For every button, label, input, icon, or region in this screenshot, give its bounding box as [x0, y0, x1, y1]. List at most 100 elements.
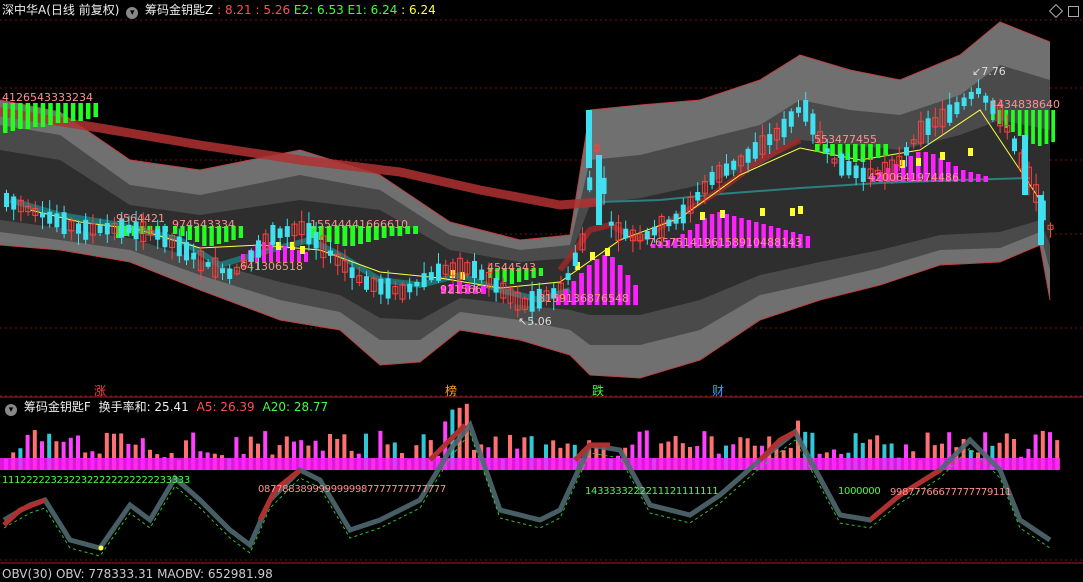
event-tag-rise[interactable]: 涨	[94, 384, 106, 398]
candle-body-down	[623, 228, 629, 239]
candle-body-down	[11, 196, 17, 210]
yellow-signal-bar	[798, 206, 803, 214]
candle-body-down	[364, 276, 369, 290]
green-signal-bar	[853, 144, 858, 162]
candle-body-down	[47, 211, 53, 224]
candle-body-down	[731, 160, 737, 170]
signal-digits-12: 4434838640	[990, 98, 1060, 111]
candle-body-down	[680, 204, 686, 224]
candle-body-down	[839, 153, 845, 176]
signal-digits-6: 921566	[440, 283, 482, 296]
signal-digits-3: 974543334	[172, 218, 235, 231]
sub-chart-header: ▾ 筹码金钥匙F 换手率和: 25.41 A5: 26.39 A20: 28.7…	[2, 399, 328, 416]
close-icon[interactable]	[1068, 6, 1079, 17]
candle-body-down	[155, 228, 161, 240]
green-signal-bar	[1044, 110, 1049, 144]
event-tag-finance[interactable]: 财	[712, 384, 724, 398]
turnover-digits-3: 1433333222211121111111	[585, 486, 719, 497]
indicator-value-e1: E1: 6.24	[347, 3, 398, 17]
turnover-sum: 换手率和: 25.41	[98, 400, 189, 414]
green-signal-bar	[538, 268, 543, 276]
main-chart-header: 深中华A(日线 前复权) ▾ 筹码金钥匙Z : 8.21 : 5.26 E2: …	[2, 2, 436, 19]
candle-body-down	[126, 224, 132, 234]
sub-indicator-name[interactable]: 筹码金钥匙F	[24, 400, 91, 414]
candle-body-down	[673, 213, 679, 224]
candle-body-down	[270, 224, 276, 245]
green-signal-bar	[55, 103, 61, 123]
main-indicator-name[interactable]: 筹码金钥匙Z	[145, 3, 213, 17]
yellow-signal-bar	[700, 212, 705, 220]
yellow-signal-bar	[605, 248, 610, 256]
signal-digits-9: 7657514196158910488143	[648, 236, 802, 249]
turnover-digits-2: 0877883899999999987777777777777	[258, 484, 446, 495]
candle-body-down	[586, 110, 592, 168]
green-signal-bar	[868, 144, 873, 160]
candle-body-down	[954, 102, 960, 115]
green-signal-bar	[883, 144, 888, 156]
turnover-baseline	[0, 458, 1060, 470]
candle-body-down	[846, 161, 852, 176]
candle-body-down	[666, 219, 672, 227]
chevron-down-icon[interactable]: ▾	[126, 7, 139, 19]
candle-body-down	[328, 250, 333, 256]
green-signal-bar	[1051, 110, 1055, 142]
magenta-signal-bar	[983, 176, 988, 182]
magenta-signal-bar	[961, 170, 966, 182]
candle-body-down	[745, 148, 751, 163]
turnover-a20: A20: 28.77	[262, 400, 329, 414]
candle-body-down	[421, 273, 427, 288]
green-signal-bar	[1031, 110, 1035, 144]
candle-body-down	[54, 213, 60, 228]
candle-body-down	[961, 97, 967, 107]
green-signal-bar	[238, 226, 243, 238]
signal-digits-1: 4126543333234	[2, 91, 93, 104]
stock-title[interactable]: 深中华A(日线 前复权)	[2, 3, 119, 17]
candle-body-down	[176, 236, 182, 257]
candle-body-down	[40, 212, 45, 218]
chevron-down-icon[interactable]: ▾	[5, 404, 17, 416]
magenta-signal-bar	[968, 172, 973, 182]
candle-body-down	[428, 272, 434, 281]
signal-digits-4: 15544441666610	[310, 218, 408, 231]
yellow-signal-bar	[720, 210, 725, 218]
candle-body-down	[378, 278, 384, 295]
candle-body-down	[853, 165, 859, 179]
candle-body-down	[191, 252, 197, 260]
candle-body-down	[803, 100, 809, 122]
candle-body-down	[1022, 135, 1028, 195]
candle-body-down	[493, 278, 499, 293]
magenta-signal-bar	[633, 285, 638, 305]
indicator-value-5: : 6.24	[401, 3, 436, 17]
green-signal-bar	[25, 103, 31, 129]
candle-body-down	[652, 226, 657, 236]
green-signal-bar	[997, 110, 1002, 124]
yellow-signal-bar	[940, 152, 945, 160]
turnover-digits-4: 1000000	[838, 486, 881, 497]
event-tag-list[interactable]: 榜	[445, 384, 457, 398]
candle-body-down	[608, 221, 614, 226]
candle-body-down	[97, 225, 103, 234]
magenta-signal-bar	[805, 236, 810, 248]
candle-body-down	[1012, 138, 1017, 152]
candle-body-down	[61, 212, 67, 234]
candle-body-down	[184, 242, 189, 261]
green-signal-bar	[10, 103, 16, 131]
candle-body-down	[796, 107, 801, 113]
candle-body-down	[385, 278, 391, 299]
green-signal-bar	[1037, 110, 1042, 146]
candle-body-down	[601, 177, 607, 194]
green-signal-bar	[93, 103, 98, 117]
candle-body-down	[824, 148, 830, 153]
candle-body-down	[695, 191, 701, 201]
obv-values: OBV(30) OBV: 778333.31 MAOBV: 652981.98	[2, 567, 273, 581]
signal-digits-2: 9564421	[116, 212, 165, 225]
candle-body-down	[205, 262, 211, 267]
oscillator-up-segment	[2, 497, 46, 527]
green-signal-bar	[413, 226, 418, 234]
candle-body-down	[947, 104, 953, 123]
event-tag-fall[interactable]: 跌	[592, 384, 604, 398]
green-signal-bar	[18, 103, 23, 129]
signal-digits-5: 641306518	[240, 260, 303, 273]
candle-body-down	[349, 267, 355, 278]
candle-body-down	[752, 142, 758, 159]
